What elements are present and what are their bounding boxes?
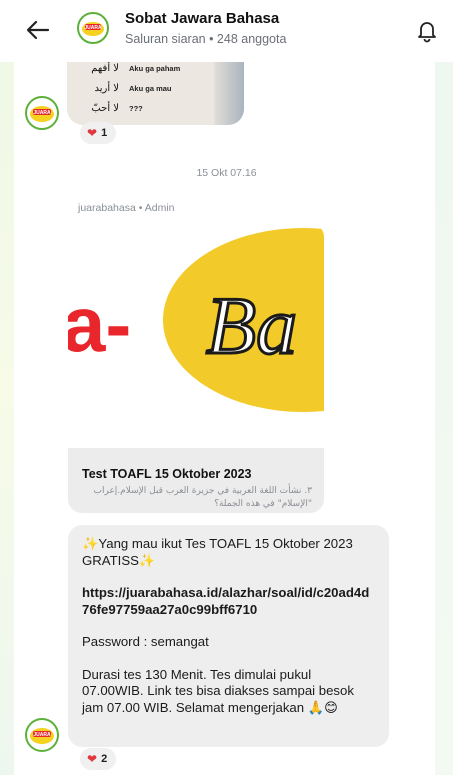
bell-icon[interactable] [414, 17, 440, 43]
vocab-arabic: لا أفهم [91, 63, 119, 74]
date-separator: 15 Okt 07.16 [196, 167, 257, 179]
vocab-arabic: لا أحبّ [91, 103, 119, 114]
channel-subtitle: Saluran siaran • 248 anggota [125, 32, 287, 46]
poster-arabic-caption: ٣. نشأت اللغة العربية في جزيرة العرب قبل… [93, 486, 313, 509]
vocab-indonesian: ??? [129, 104, 143, 113]
poster-title: Test TOAFL 15 Oktober 2023 [82, 467, 252, 481]
background-left-decoration [0, 0, 14, 775]
back-arrow-icon[interactable] [24, 16, 52, 44]
reaction-badge[interactable]: ❤ 1 [80, 122, 117, 144]
message-password: Password : semangat [82, 634, 209, 649]
svg-text:JUARA: JUARA [84, 25, 102, 31]
vocab-row: لا أريد Aku ga mau [75, 83, 172, 94]
message-link[interactable]: https://juarabahasa.id/alazhar/soal/id/c… [82, 585, 375, 618]
poster-text-left: a- [68, 280, 131, 368]
reaction-count: 1 [101, 127, 108, 139]
sender-avatar[interactable]: JUARA [25, 718, 59, 752]
juara-logo-icon: JUARA [30, 728, 54, 744]
poster-image[interactable]: a- Ba [68, 223, 324, 448]
juara-logo-icon: JUARA [80, 15, 106, 41]
vocab-row: لا أفهم Aku ga paham [75, 63, 180, 74]
poster-message[interactable]: a- Ba Test TOAFL 15 Oktober 2023 ٣. نشأت… [68, 223, 324, 513]
reaction-count: 2 [101, 753, 108, 765]
poster-text-right: Ba [206, 280, 297, 371]
message-details: Durasi tes 130 Menit. Tes dimulai pukul … [82, 666, 354, 715]
channel-header: JUARA Sobat Jawara Bahasa Saluran siaran… [0, 0, 453, 62]
svg-text:JUARA: JUARA [33, 732, 51, 738]
channel-avatar[interactable]: JUARA [77, 12, 109, 44]
juara-logo-icon: JUARA [30, 106, 54, 122]
vocab-indonesian: Aku ga paham [129, 64, 181, 73]
message-intro: ✨Yang mau ikut Tes TOAFL 15 Oktober 2023… [82, 536, 353, 568]
vocab-row: لا أحبّ ??? [75, 103, 143, 114]
sender-label: juarabahasa • Admin [78, 202, 175, 214]
vocab-arabic: لا أريد [94, 83, 119, 94]
heart-icon: ❤ [87, 752, 98, 766]
sender-avatar[interactable]: JUARA [25, 96, 59, 130]
vocab-indonesian: Aku ga mau [129, 84, 172, 93]
heart-icon: ❤ [87, 126, 98, 140]
svg-text:JUARA: JUARA [33, 110, 51, 116]
channel-title[interactable]: Sobat Jawara Bahasa [125, 10, 279, 27]
text-message[interactable]: ✨Yang mau ikut Tes TOAFL 15 Oktober 2023… [68, 525, 389, 747]
background-right-decoration [435, 0, 453, 775]
reaction-badge[interactable]: ❤ 2 [80, 748, 117, 770]
